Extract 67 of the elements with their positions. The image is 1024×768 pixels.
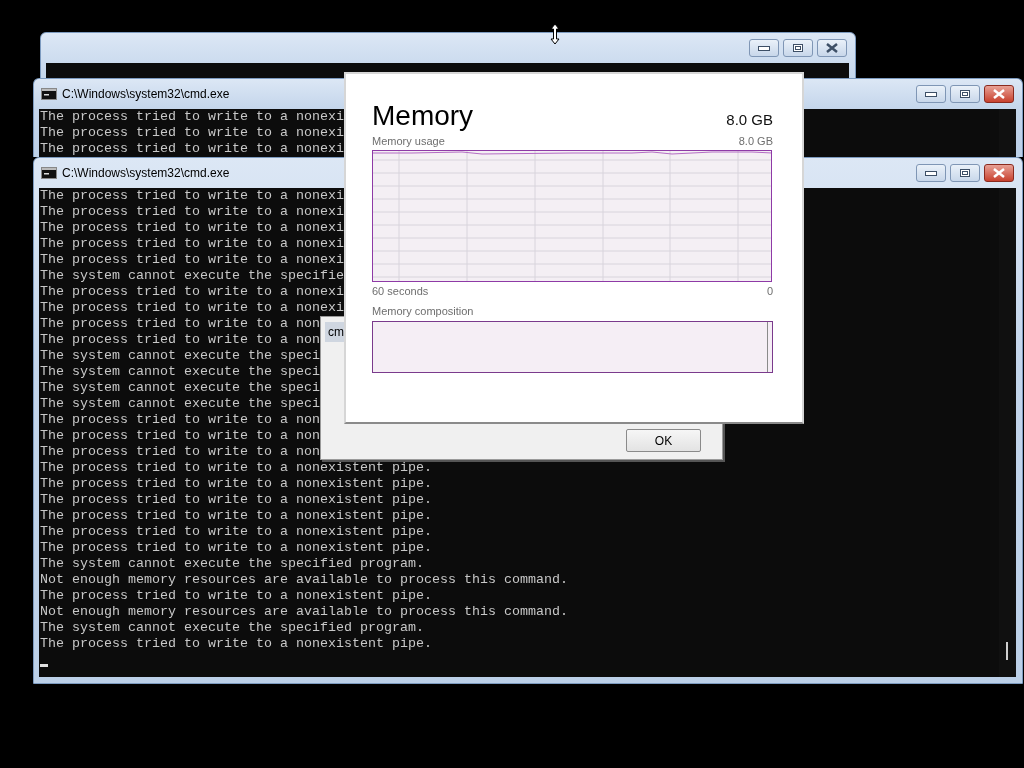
maximize-button[interactable] [783, 39, 813, 57]
console-line: The process tried to write to a non [40, 316, 320, 332]
maximize-icon [960, 90, 970, 98]
console-line: The process tried to write to a nonexistent pipe. [40, 540, 432, 556]
console-line: The process tried to write to a nonexi [40, 204, 344, 220]
console-line: The process tried to write to a nonexistent pipe. [40, 588, 432, 604]
console-line: The process tried to write to a nonexi [40, 300, 344, 316]
console-line: Not enough memory resources are available to process this command. [40, 604, 568, 620]
console-icon [41, 167, 57, 179]
console-line: The process tried to write to a nonexi [40, 188, 344, 204]
panel-title: Memory [372, 100, 474, 132]
close-button[interactable] [984, 164, 1014, 182]
memory-total: 8.0 GB [726, 111, 773, 130]
close-button[interactable] [817, 39, 847, 57]
scrollbar[interactable] [999, 109, 1016, 157]
resize-cursor-icon [550, 23, 560, 45]
minimize-button[interactable] [916, 164, 946, 182]
window-title: C:\Windows\system32\cmd.exe [62, 166, 230, 180]
maximize-icon [960, 169, 970, 177]
console-line: The process tried to write to a nonexistent pipe. [40, 524, 432, 540]
console-line: The process tried to write to a nonexi [40, 252, 344, 268]
graph-label: Memory usage [372, 135, 445, 147]
composition-label: Memory composition [372, 305, 474, 317]
maximize-icon [793, 44, 803, 52]
console-line: The process tried to write to a nonexi [40, 220, 344, 236]
minimize-icon [758, 45, 770, 51]
console-line: The process tried to write to a nonexistent pipe. [40, 460, 432, 476]
window-title: C:\Windows\system32\cmd.exe [62, 87, 230, 101]
close-icon [993, 168, 1005, 178]
minimize-button[interactable] [916, 85, 946, 103]
ok-button[interactable]: OK [626, 429, 701, 452]
console-line: The system cannot execute the speci [40, 364, 320, 380]
close-icon [826, 43, 838, 53]
text-cursor [40, 664, 48, 667]
graph-max-label: 8.0 GB [738, 135, 773, 147]
console-line: The process tried to write to a nonexi [40, 141, 344, 157]
console-line: The process tried to write to a nonexi [40, 125, 344, 141]
scrollbar[interactable] [999, 188, 1016, 677]
console-line: The system cannot execute the specified program. [40, 556, 424, 572]
console-line: The process tried to write to a nonexi [40, 236, 344, 252]
maximize-button[interactable] [950, 164, 980, 182]
minimize-icon [925, 170, 937, 176]
minimize-button[interactable] [749, 39, 779, 57]
console-line: The process tried to write to a non [40, 444, 320, 460]
close-button[interactable] [984, 85, 1014, 103]
console-line: The process tried to write to a non [40, 412, 320, 428]
close-icon [993, 89, 1005, 99]
time-end-label: 0 [766, 285, 773, 297]
console-line: The process tried to write to a non [40, 428, 320, 444]
scrollbar-thumb[interactable] [1006, 642, 1008, 660]
console-line: The process tried to write to a non [40, 332, 320, 348]
minimize-icon [925, 91, 937, 97]
console-line: The system cannot execute the specified program. [40, 620, 424, 636]
console-line: The process tried to write to a nonexistent pipe. [40, 492, 432, 508]
console-line: The system cannot execute the speci [40, 380, 320, 396]
console-line: Not enough memory resources are available to process this command. [40, 572, 568, 588]
console-line: The process tried to write to a nonexi [40, 109, 344, 125]
console-line: The system cannot execute the specifie [40, 268, 344, 284]
console-line: The process tried to write to a nonexistent pipe. [40, 508, 432, 524]
maximize-button[interactable] [950, 85, 980, 103]
console-icon [41, 88, 57, 100]
console-line: The system cannot execute the speci [40, 396, 320, 412]
console-line: The process tried to write to a nonexistent pipe. [40, 636, 432, 652]
time-start-label: 60 seconds [372, 285, 429, 297]
console-line: The system cannot execute the speci [40, 348, 320, 364]
console-line: The process tried to write to a nonexi [40, 284, 344, 300]
console-line: The process tried to write to a nonexistent pipe. [40, 476, 432, 492]
